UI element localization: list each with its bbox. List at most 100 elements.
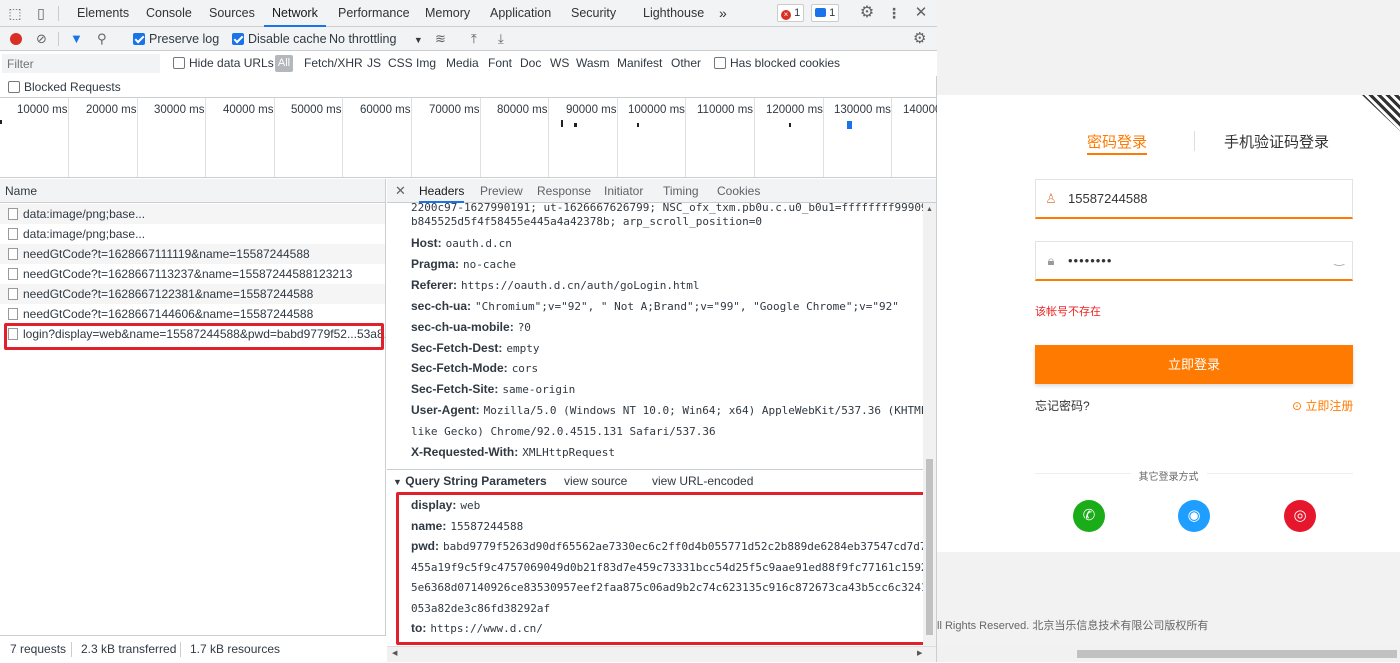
messages-badge[interactable]: 1 — [811, 4, 840, 22]
network-settings-gear-icon[interactable]: ⚙ — [913, 27, 926, 51]
username-field[interactable]: ♙ 15587244588 — [1035, 179, 1353, 219]
timeline-gridline — [617, 98, 618, 177]
filter-type-media[interactable]: Media — [446, 51, 479, 76]
filter-input[interactable] — [2, 54, 160, 73]
scrollbar-thumb[interactable] — [1077, 650, 1397, 658]
tab-security[interactable]: Security — [571, 0, 616, 27]
request-row[interactable]: needGtCode?t=1628667122381&name=15587244… — [0, 284, 385, 304]
has-blocked-cookies-checkbox[interactable]: Has blocked cookies — [714, 51, 840, 76]
forgot-password-link[interactable]: 忘记密码? — [1035, 397, 1090, 414]
tab-sms-login[interactable]: 手机验证码登录 — [1224, 131, 1329, 155]
weibo-login-icon[interactable]: ◎ — [1284, 500, 1316, 532]
preserve-log-checkbox[interactable]: Preserve log — [133, 27, 219, 51]
request-row[interactable]: needGtCode?t=1628667144606&name=15587244… — [0, 304, 385, 324]
tab-console[interactable]: Console — [146, 0, 192, 27]
site-horizontal-scrollbar[interactable] — [937, 646, 1400, 662]
disable-cache-checkbox[interactable]: Disable cache — [232, 27, 327, 51]
query-string-title[interactable]: ▼ Query String Parameters — [393, 470, 547, 493]
more-options-icon[interactable]: ⋮ — [885, 4, 903, 22]
request-row[interactable]: data:image/png;base... — [0, 224, 385, 244]
tab-cookies[interactable]: Cookies — [717, 179, 760, 203]
filter-type-ws[interactable]: WS — [550, 51, 569, 76]
close-detail-icon[interactable]: ✕ — [395, 179, 406, 203]
clear-icon[interactable]: ⊘ — [36, 27, 47, 51]
hide-data-urls-label: Hide data URLs — [189, 56, 274, 70]
details-horizontal-scrollbar[interactable]: ◀ ▶ — [387, 646, 936, 662]
close-devtools-icon[interactable]: ✕ — [912, 4, 930, 22]
name-column-header[interactable]: Name — [5, 179, 37, 203]
filter-type-img[interactable]: Img — [416, 51, 436, 76]
errors-badge[interactable]: × 1 — [777, 4, 805, 22]
tab-application[interactable]: Application — [490, 0, 551, 27]
register-link[interactable]: ⊙ 立即注册 — [1292, 397, 1353, 414]
network-conditions-wifi-icon[interactable]: ≋ — [435, 27, 446, 51]
tab-elements[interactable]: Elements — [77, 0, 129, 27]
timeline-tick-label: 30000 ms — [154, 104, 205, 116]
image-file-icon — [8, 208, 18, 220]
query-string-section-header: ▼ Query String Parameters view source vi… — [387, 469, 923, 491]
tab-initiator[interactable]: Initiator — [604, 179, 643, 203]
inspect-element-icon[interactable]: ⬚ — [6, 4, 24, 22]
scroll-up-arrow-icon[interactable]: ▲ — [926, 206, 933, 213]
timeline-gridline — [342, 98, 343, 177]
search-icon[interactable]: ⚲ — [97, 27, 107, 51]
tab-performance[interactable]: Performance — [338, 0, 410, 27]
filter-type-manifest[interactable]: Manifest — [617, 51, 662, 76]
filter-type-wasm[interactable]: Wasm — [576, 51, 610, 76]
device-toolbar-icon[interactable]: ▯ — [32, 4, 50, 22]
request-header-row: Pragma: no-cache — [411, 254, 516, 274]
view-url-encoded-link[interactable]: view URL-encoded — [652, 470, 753, 492]
qr-code-corner-icon[interactable] — [1362, 95, 1400, 131]
wechat-login-icon[interactable]: ✆ — [1073, 500, 1105, 532]
password-field[interactable]: 🔒︎ •••••••• ‿ — [1035, 241, 1353, 281]
tab-response[interactable]: Response — [537, 179, 591, 203]
username-value: 15587244588 — [1068, 191, 1148, 206]
timeline-overview[interactable]: 10000 ms 20000 ms 30000 ms 40000 ms 50000 ms… — [0, 98, 937, 178]
filter-type-doc[interactable]: Doc — [520, 51, 541, 76]
filter-type-fetch-xhr[interactable]: Fetch/XHR — [304, 51, 363, 76]
throttling-select[interactable]: No throttling ▼ — [329, 27, 423, 51]
other-methods-text: 其它登录方式 — [1130, 472, 1207, 483]
checkbox-icon — [714, 57, 726, 69]
filter-type-other[interactable]: Other — [671, 51, 701, 76]
request-row[interactable]: needGtCode?t=1628667113237&name=15587244… — [0, 264, 385, 284]
settings-gear-icon[interactable]: ⚙ — [858, 4, 876, 22]
errors-count: 1 — [794, 7, 801, 19]
filter-type-font[interactable]: Font — [488, 51, 512, 76]
header-key: Pragma: — [411, 256, 460, 271]
hide-data-urls-checkbox[interactable]: Hide data URLs — [173, 51, 274, 76]
tab-preview[interactable]: Preview — [480, 179, 523, 203]
more-tabs-chevron-icon[interactable]: » — [719, 0, 727, 27]
request-row[interactable]: data:image/png;base... — [0, 204, 385, 224]
view-source-link[interactable]: view source — [564, 470, 627, 492]
filter-type-js[interactable]: JS — [367, 51, 381, 76]
record-icon[interactable] — [10, 33, 22, 45]
tab-password-login[interactable]: 密码登录 — [1087, 131, 1148, 155]
scrollbar-thumb[interactable] — [926, 459, 933, 635]
tab-network[interactable]: Network — [264, 0, 326, 27]
tab-timing[interactable]: Timing — [663, 179, 699, 203]
header-key: User-Agent: — [411, 403, 480, 418]
login-button[interactable]: 立即登录 — [1035, 345, 1353, 384]
filter-all-button[interactable]: All — [275, 55, 293, 72]
timeline-tick-label: 40000 ms — [223, 104, 274, 116]
import-upload-icon[interactable]: ⤒ — [471, 27, 477, 51]
blocked-requests-checkbox[interactable]: Blocked Requests — [8, 76, 121, 98]
scroll-right-arrow-icon[interactable]: ▶ — [917, 649, 922, 657]
filter-type-css[interactable]: CSS — [388, 51, 413, 76]
website-viewport: 密码登录 手机验证码登录 ♙ 15587244588 🔒︎ •••••••• ‿… — [937, 0, 1400, 662]
tab-memory[interactable]: Memory — [425, 0, 470, 27]
qq-login-icon[interactable]: ◉ — [1178, 500, 1210, 532]
timeline-tick-label: 120000 ms — [766, 104, 823, 116]
details-vertical-scrollbar[interactable]: ▲ — [923, 203, 936, 646]
export-download-icon[interactable]: ⤓ — [498, 27, 504, 51]
tab-sources[interactable]: Sources — [209, 0, 255, 27]
tab-lighthouse[interactable]: Lighthouse — [643, 0, 704, 27]
blocked-requests-label: Blocked Requests — [24, 80, 121, 94]
eye-closed-icon[interactable]: ‿ — [1334, 252, 1344, 266]
filter-funnel-icon[interactable]: ▼ — [70, 27, 83, 51]
scroll-left-arrow-icon[interactable]: ◀ — [392, 649, 397, 657]
request-name: needGtCode?t=1628667122381&name=15587244… — [23, 287, 314, 301]
request-row[interactable]: needGtCode?t=1628667111119&name=15587244… — [0, 244, 385, 264]
tab-headers[interactable]: Headers — [419, 179, 465, 203]
